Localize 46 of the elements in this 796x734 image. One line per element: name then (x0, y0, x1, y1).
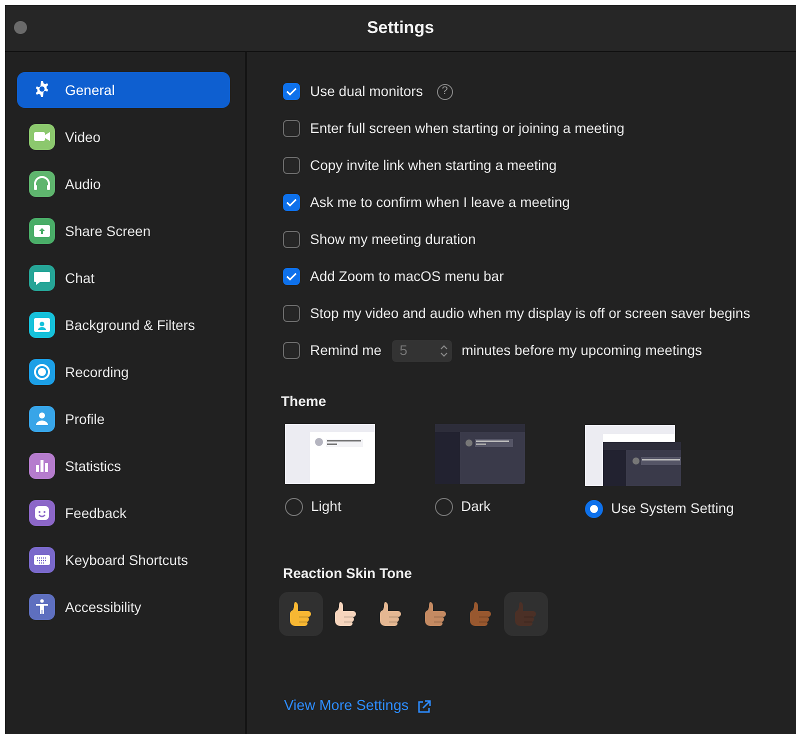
light-theme-preview[interactable] (285, 424, 375, 484)
checkbox[interactable] (283, 231, 300, 248)
sidebar-item[interactable]: Keyboard Shortcuts (17, 542, 230, 578)
theme-radio-option[interactable]: Dark (435, 496, 525, 517)
section-heading: Reaction Skin Tone (283, 564, 413, 583)
stepper-arrows-icon (440, 344, 448, 358)
option-label: Remind me (310, 341, 382, 360)
option-label: Add Zoom to macOS menu bar (310, 267, 504, 286)
window-title: Settings (366, 17, 434, 40)
sidebar-item[interactable]: Chat (17, 260, 230, 296)
option-label: Use dual monitors (310, 82, 423, 101)
sidebar-item[interactable]: Profile (17, 401, 230, 437)
dark-theme-preview[interactable] (435, 424, 525, 484)
theme-radio-option[interactable]: Use System Setting (585, 498, 745, 519)
sidebar-item[interactable]: Audio (17, 166, 230, 202)
checkmark-icon (286, 87, 297, 96)
window-control-dot[interactable] (14, 21, 27, 34)
section-heading: Theme (281, 392, 328, 411)
option-label: Copy invite link when starting a meeting (310, 156, 557, 175)
checkmark-icon (286, 272, 297, 281)
checkbox[interactable] (283, 305, 300, 322)
checkbox[interactable] (283, 120, 300, 137)
checkbox[interactable] (283, 83, 300, 100)
sidebar-item[interactable]: Background & Filters (17, 307, 230, 343)
option-label: Ask me to confirm when I leave a meeting (310, 193, 570, 212)
sidebar-item[interactable]: Video (17, 119, 230, 155)
option-label: Stop my video and audio when my display is off or screen saver begins (310, 304, 750, 323)
sidebar-item[interactable]: Share Screen (17, 213, 230, 249)
option-label: Enter full screen when starting or joining a meeting (310, 119, 624, 138)
sidebar-item[interactable]: Accessibility (17, 589, 230, 625)
skin-tone-option[interactable] (279, 592, 323, 636)
sidebar-item[interactable]: Feedback (17, 495, 230, 531)
sidebar-item[interactable]: Recording (17, 354, 230, 390)
checkbox[interactable] (283, 157, 300, 174)
external-link-icon (416, 700, 431, 714)
system-theme-preview[interactable] (585, 424, 681, 486)
theme-radio-option[interactable]: Light (285, 496, 375, 517)
checkmark-icon (286, 198, 297, 207)
option-label: minutes before my upcoming meetings (462, 341, 702, 360)
view-more-settings-link[interactable]: View More Settings (284, 696, 431, 718)
sidebar-item[interactable]: General (17, 72, 230, 108)
option-label: Show my meeting duration (310, 230, 476, 249)
checkbox[interactable] (283, 268, 300, 285)
help-icon[interactable]: ? (436, 84, 453, 100)
checkbox[interactable] (283, 194, 300, 211)
sidebar-item[interactable]: Statistics (17, 448, 230, 484)
